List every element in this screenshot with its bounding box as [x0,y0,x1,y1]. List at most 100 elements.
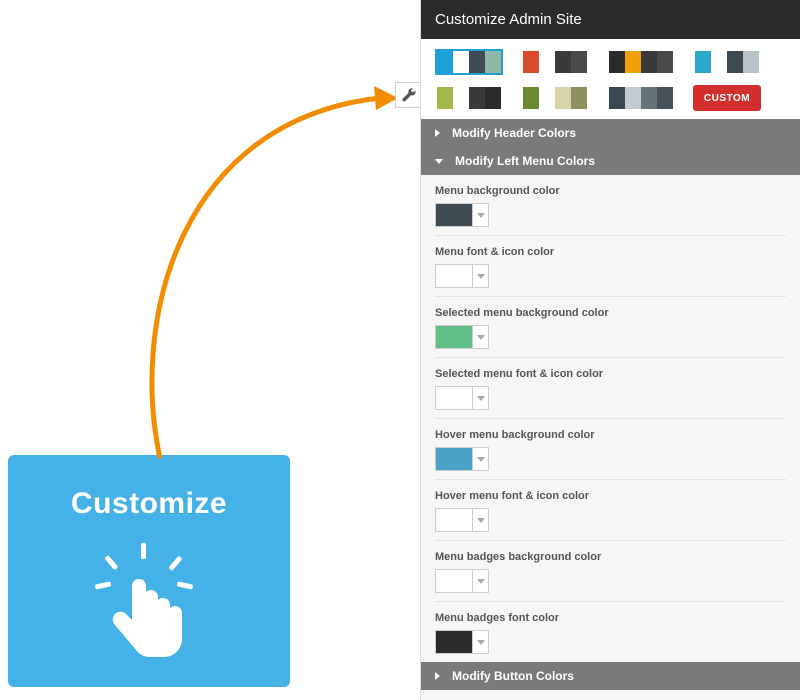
color-field: Hover menu font & icon color [435,480,786,541]
color-picker[interactable] [435,325,786,349]
palette-swatch [555,87,571,109]
palette-swatch [485,87,501,109]
palette-swatch [609,87,625,109]
color-field: Menu badges background color [435,541,786,602]
color-field-label: Selected menu font & icon color [435,368,786,380]
palette-swatch [555,51,571,73]
palette-swatch [539,87,555,109]
color-dropdown-button[interactable] [473,447,489,471]
palette-option-6[interactable] [607,85,675,111]
palette-option-2[interactable] [607,49,675,75]
palette-swatch [437,87,453,109]
palette-swatch [625,87,641,109]
palette-option-3[interactable] [693,49,761,75]
color-swatch [435,203,473,227]
palette-option-5[interactable] [521,85,589,111]
palette-option-0[interactable] [435,49,503,75]
color-field: Menu badges font color [435,602,786,662]
palette-option-1[interactable] [521,49,589,75]
tap-hand-icon [89,543,209,673]
chevron-down-icon [477,396,485,401]
palette-swatch [743,51,759,73]
section-leftmenu-body: Menu background color Menu font & icon co… [421,175,800,662]
color-picker[interactable] [435,203,786,227]
color-swatch [435,508,473,532]
palette-swatch [657,87,673,109]
color-field-label: Hover menu font & icon color [435,490,786,502]
customize-card-title: Customize [71,487,227,521]
section-leftmenu-toggle[interactable]: Modify Left Menu Colors [421,147,800,175]
chevron-down-icon [477,213,485,218]
chevron-right-icon [435,129,440,137]
section-leftmenu-label: Modify Left Menu Colors [455,154,595,168]
color-dropdown-button[interactable] [473,386,489,410]
customize-card[interactable]: Customize [8,455,290,687]
section-header-toggle[interactable]: Modify Header Colors [421,119,800,147]
color-picker[interactable] [435,508,786,532]
palette-swatch [625,51,641,73]
color-swatch [435,447,473,471]
palette-option-4[interactable] [435,85,503,111]
color-field-label: Selected menu background color [435,307,786,319]
annotation-arrow [120,60,420,500]
chevron-down-icon [477,640,485,645]
customize-panel-toggle[interactable] [395,82,421,108]
chevron-down-icon [435,159,443,164]
palette-swatch [523,87,539,109]
customize-panel: Customize Admin Site CUSTOM Modify Heade… [420,0,800,700]
chevron-down-icon [477,335,485,340]
color-picker[interactable] [435,386,786,410]
palette-grid: CUSTOM [421,39,800,119]
chevron-down-icon [477,457,485,462]
color-field: Selected menu background color [435,297,786,358]
color-dropdown-button[interactable] [473,203,489,227]
palette-swatch [571,51,587,73]
palette-swatch [453,51,469,73]
color-swatch [435,386,473,410]
palette-swatch [727,51,743,73]
color-dropdown-button[interactable] [473,630,489,654]
color-picker[interactable] [435,447,786,471]
palette-custom-button[interactable]: CUSTOM [693,85,761,111]
color-dropdown-button[interactable] [473,325,489,349]
wrench-icon [402,88,416,102]
palette-swatch [695,51,711,73]
palette-swatch [453,87,469,109]
color-swatch [435,264,473,288]
color-picker[interactable] [435,630,786,654]
color-field: Menu background color [435,175,786,236]
color-field: Menu font & icon color [435,236,786,297]
color-field: Selected menu font & icon color [435,358,786,419]
color-dropdown-button[interactable] [473,569,489,593]
color-dropdown-button[interactable] [473,508,489,532]
color-field-label: Menu font & icon color [435,246,786,258]
color-swatch [435,325,473,349]
color-field-label: Hover menu background color [435,429,786,441]
palette-swatch [571,87,587,109]
color-picker[interactable] [435,569,786,593]
chevron-down-icon [477,518,485,523]
palette-swatch [437,51,453,73]
color-dropdown-button[interactable] [473,264,489,288]
color-field: Hover menu background color [435,419,786,480]
section-header-colors: Modify Header Colors [421,119,800,147]
color-swatch [435,569,473,593]
palette-swatch [657,51,673,73]
palette-swatch [711,51,727,73]
palette-swatch [523,51,539,73]
palette-swatch [469,87,485,109]
section-header-label: Modify Header Colors [452,126,576,140]
palette-swatch [539,51,555,73]
palette-swatch [641,51,657,73]
section-leftmenu-colors: Modify Left Menu Colors Menu background … [421,147,800,662]
chevron-right-icon [435,672,440,680]
palette-swatch [641,87,657,109]
palette-swatch [469,51,485,73]
palette-swatch [485,51,501,73]
section-button-label: Modify Button Colors [452,669,574,683]
section-button-toggle[interactable]: Modify Button Colors [421,662,800,690]
section-button-colors: Modify Button Colors [421,662,800,690]
color-picker[interactable] [435,264,786,288]
color-field-label: Menu background color [435,185,786,197]
color-field-label: Menu badges background color [435,551,786,563]
